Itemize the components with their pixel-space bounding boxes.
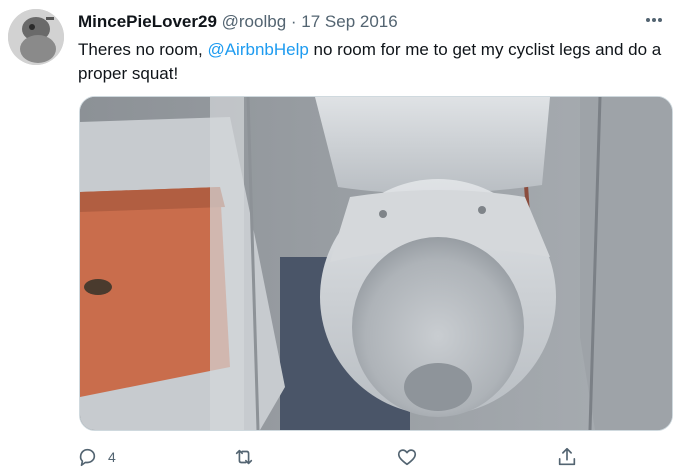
reply-count: 4 [108, 449, 116, 465]
reply-icon [79, 448, 96, 467]
more-button[interactable] [640, 8, 668, 32]
tweet-header: MincePieLover29 @roolbg · 17 Sep 2016 [78, 11, 398, 33]
like-button[interactable] [396, 444, 418, 470]
display-name[interactable]: MincePieLover29 [78, 12, 217, 31]
share-button[interactable] [556, 444, 578, 470]
retweet-icon [235, 449, 253, 465]
avatar-image [8, 9, 64, 65]
separator-dot: · [290, 12, 297, 31]
tweet-text-start: Theres no room, [78, 40, 208, 59]
bathroom-photo [80, 97, 672, 430]
more-horizontal-icon [646, 18, 662, 22]
avatar[interactable] [8, 9, 64, 65]
heart-icon [397, 449, 417, 466]
tweet-photo[interactable] [79, 96, 673, 431]
tweet-date[interactable]: 17 Sep 2016 [301, 12, 397, 31]
share-icon [558, 447, 576, 466]
tweet: MincePieLover29 @roolbg · 17 Sep 2016 Th… [0, 0, 680, 473]
tweet-actions: 4 [76, 444, 596, 470]
reply-button[interactable]: 4 [76, 444, 116, 470]
mention-link[interactable]: @AirbnbHelp [207, 40, 308, 59]
handle[interactable]: @roolbg [222, 12, 287, 31]
tweet-text: Theres no room, @AirbnbHelp no room for … [78, 38, 668, 86]
retweet-button[interactable] [232, 444, 256, 470]
